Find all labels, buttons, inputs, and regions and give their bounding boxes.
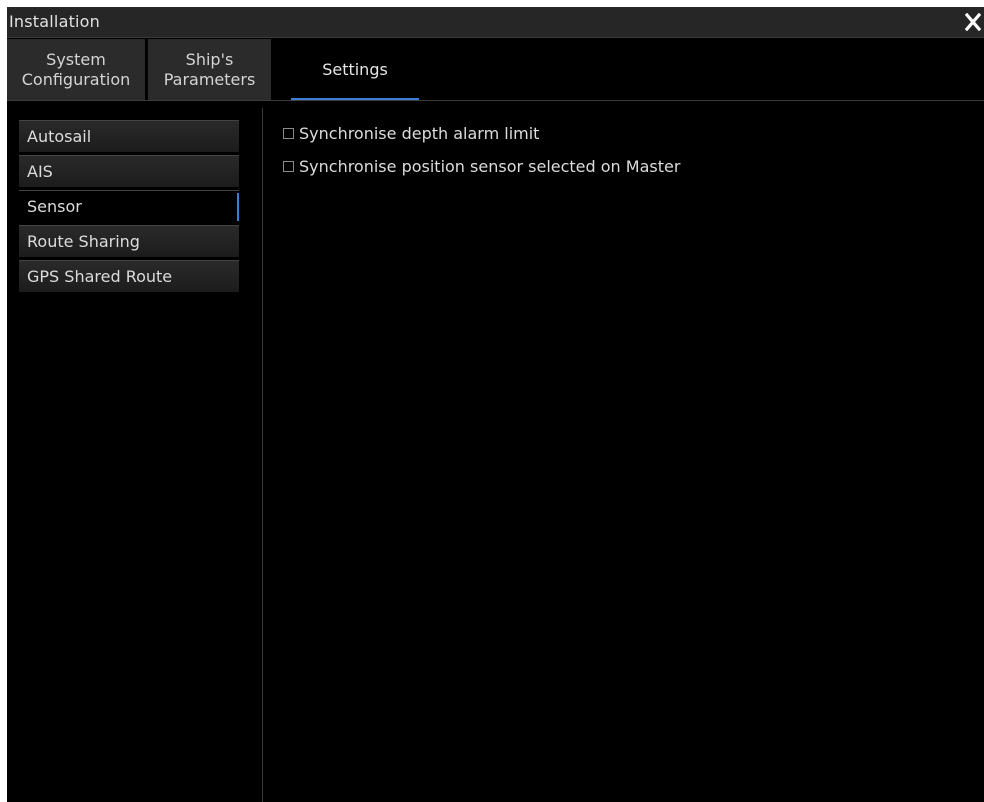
tab-label-line1: Ship's [185,49,234,69]
option-sync-depth-alarm[interactable]: Synchronise depth alarm limit [283,123,680,143]
checkbox-sync-position-sensor[interactable] [283,161,294,172]
tab-ships-parameters[interactable]: Ship's Parameters [148,39,271,100]
tab-label-line2: Configuration [21,69,131,89]
settings-sidebar: Autosail AIS Sensor Route Sharing GPS Sh… [7,108,263,802]
sidebar-item-label: Route Sharing [27,232,140,251]
title-bar: Installation [7,7,984,38]
sidebar-item-route-sharing[interactable]: Route Sharing [19,225,239,257]
sidebar-item-sensor[interactable]: Sensor [19,190,239,222]
sidebar-item-autosail[interactable]: Autosail [19,120,239,152]
sensor-settings-panel: Synchronise depth alarm limit Synchronis… [283,123,680,189]
close-icon [965,13,981,31]
option-label: Synchronise position sensor selected on … [299,156,681,176]
window-title: Installation [9,12,101,31]
sidebar-item-label: Sensor [27,197,82,216]
tab-label-line2: Parameters [163,69,256,89]
tab-system-configuration[interactable]: System Configuration [7,39,145,100]
tab-label-line1: System [46,49,106,69]
selection-indicator [237,193,239,221]
tab-bar: System Configuration Ship's Parameters S… [7,38,984,101]
active-tab-indicator [291,98,419,100]
close-button[interactable] [962,9,984,35]
checkbox-sync-depth-alarm[interactable] [283,128,294,139]
sidebar-item-label: Autosail [27,127,92,146]
tab-label: Settings [322,59,388,79]
tab-settings[interactable]: Settings [291,39,419,100]
installation-window: Installation System Configuration Ship's… [7,7,984,802]
option-label: Synchronise depth alarm limit [299,123,540,143]
sidebar-item-gps-shared-route[interactable]: GPS Shared Route [19,260,239,292]
sidebar-item-label: GPS Shared Route [27,267,173,286]
sidebar-item-label: AIS [27,162,53,181]
sidebar-item-ais[interactable]: AIS [19,155,239,187]
option-sync-position-sensor[interactable]: Synchronise position sensor selected on … [283,156,680,176]
